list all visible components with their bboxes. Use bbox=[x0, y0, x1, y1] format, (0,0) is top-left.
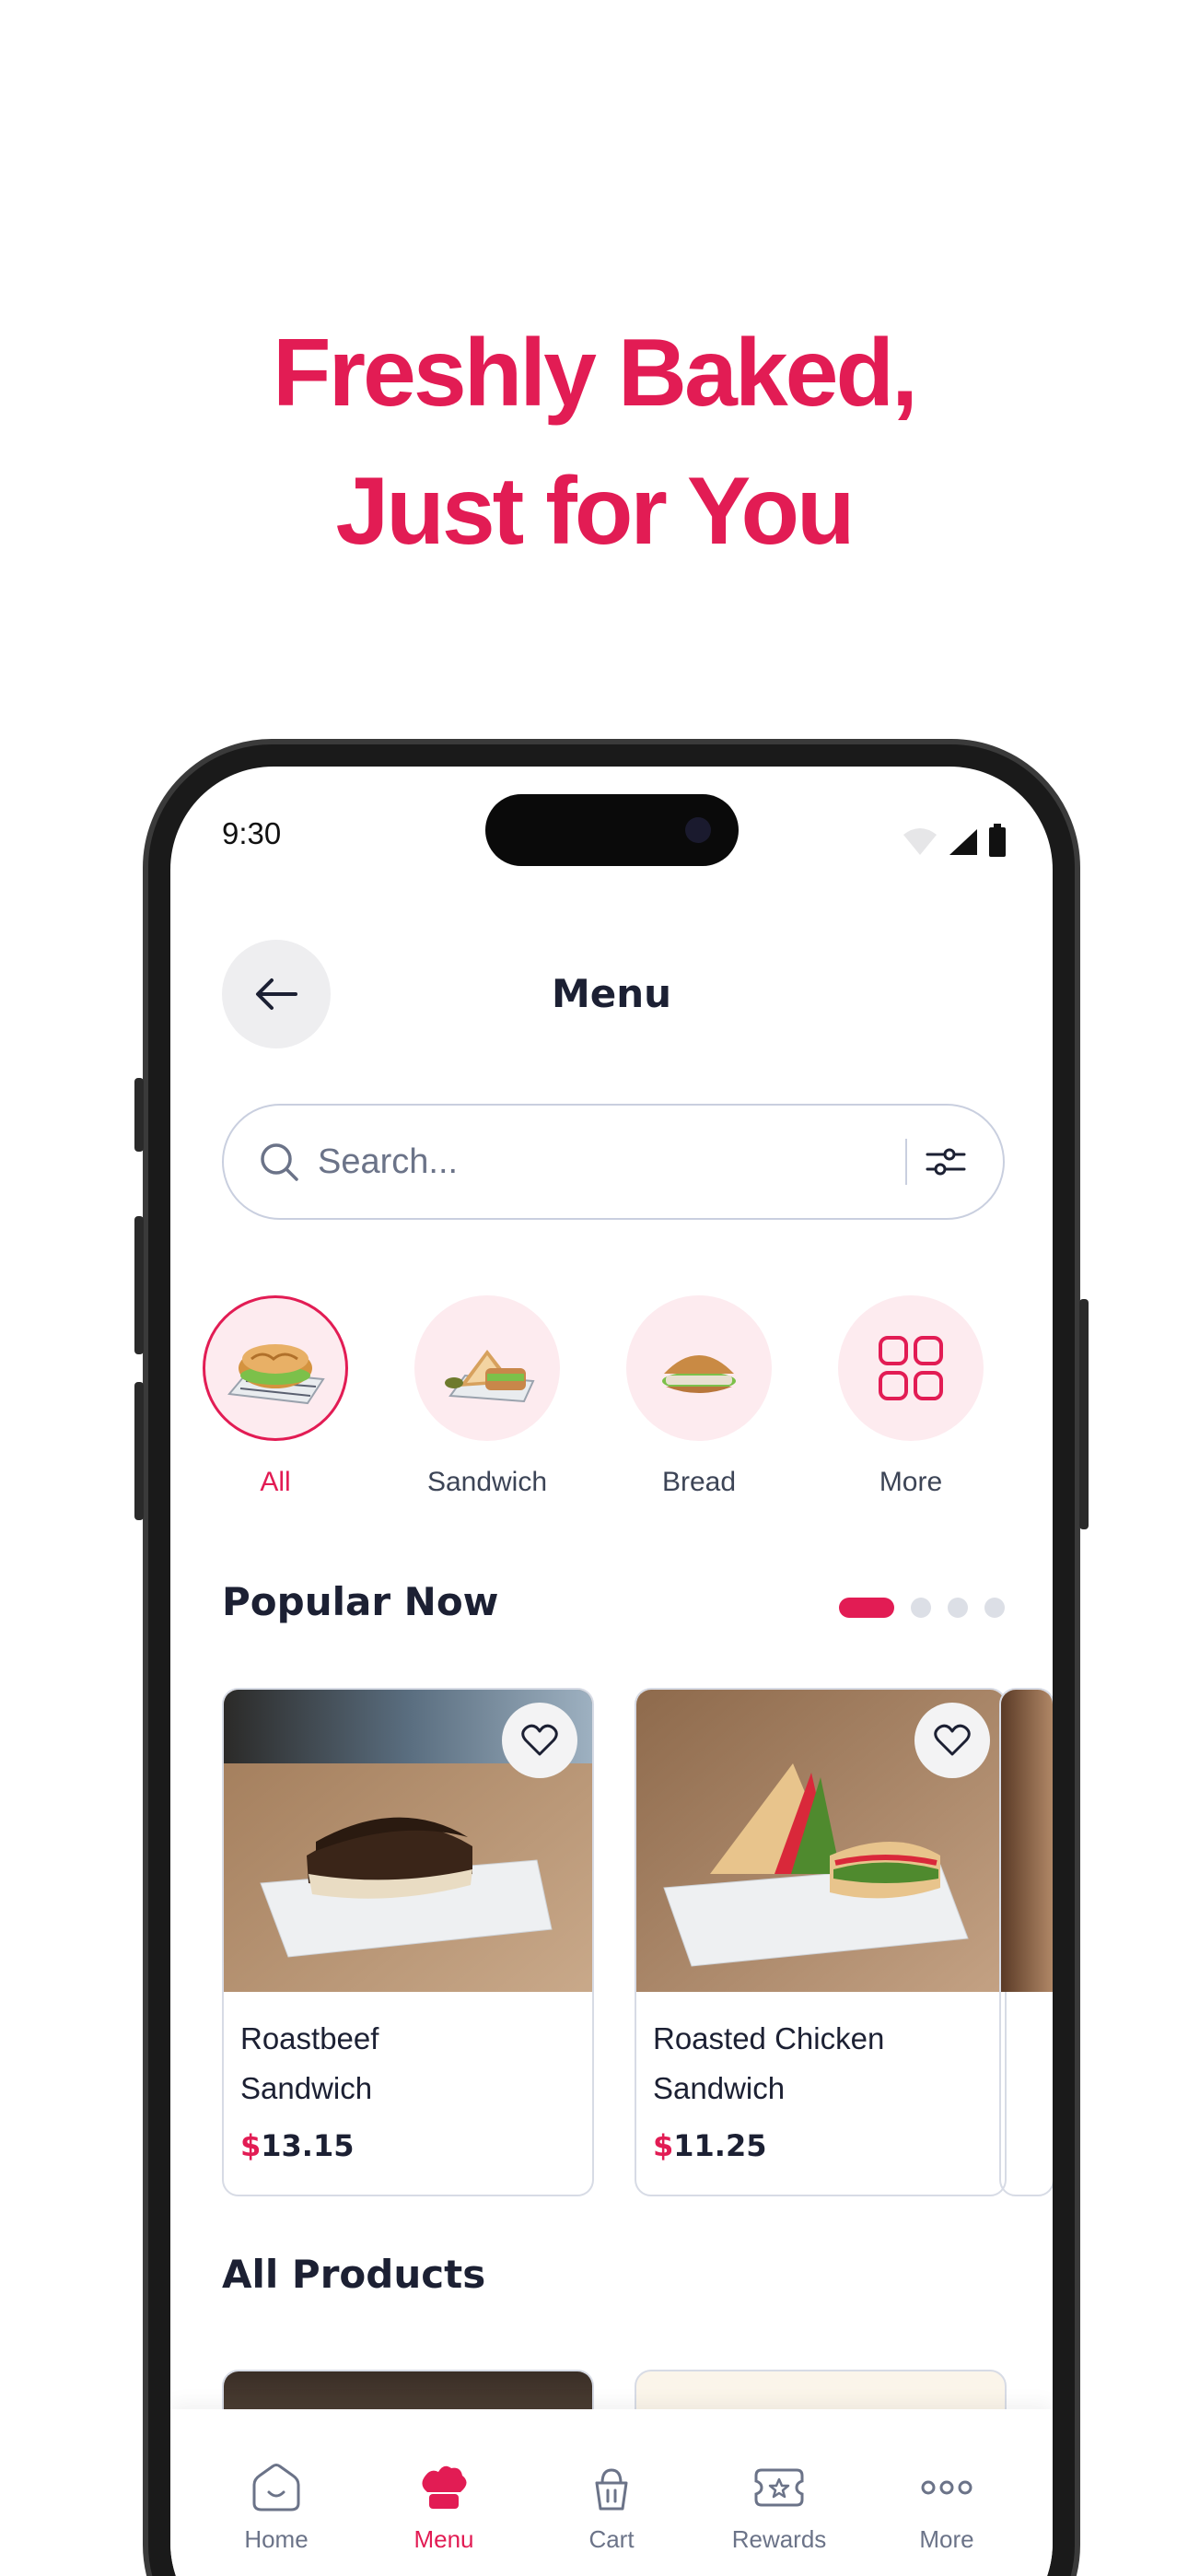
product-photo bbox=[636, 1690, 1005, 1992]
tab-home-label: Home bbox=[244, 2525, 309, 2553]
phone-screen: 9:30 Menu Search... All Sandwich Bread M… bbox=[170, 767, 1053, 2576]
heart-icon bbox=[934, 1724, 971, 1756]
ticket-icon bbox=[754, 2468, 804, 2507]
search-bar[interactable]: Search... bbox=[222, 1104, 1005, 1220]
product-name-line-2: Sandwich bbox=[653, 2071, 786, 2105]
sandwich-icon bbox=[445, 1350, 535, 1403]
status-time: 9:30 bbox=[222, 816, 282, 850]
currency-symbol: $ bbox=[240, 2128, 262, 2163]
product-name-line-1: Roastbeef bbox=[240, 2021, 379, 2055]
category-all[interactable]: All bbox=[202, 1295, 349, 1498]
product-name: Roastbeef Sandwich bbox=[240, 2014, 576, 2113]
category-sandwich-label: Sandwich bbox=[426, 1467, 548, 1497]
croissant-sandwich-icon bbox=[227, 1344, 325, 1405]
search-divider bbox=[905, 1139, 907, 1185]
carousel-dot[interactable] bbox=[911, 1598, 931, 1618]
tab-home[interactable]: Home bbox=[207, 2409, 345, 2576]
filter-icon[interactable] bbox=[926, 1143, 966, 1180]
bottom-tab-bar: Home Menu Cart Rewards More bbox=[170, 2409, 1053, 2576]
tab-menu-label: Menu bbox=[413, 2525, 474, 2553]
tab-cart[interactable]: Cart bbox=[542, 2409, 681, 2576]
carousel-dot-active[interactable] bbox=[839, 1598, 894, 1618]
price-value: 11.25 bbox=[673, 2128, 767, 2163]
category-all-image bbox=[203, 1295, 348, 1441]
carousel-dot[interactable] bbox=[984, 1598, 1005, 1618]
camera-icon bbox=[685, 817, 711, 843]
product-card-roastbeef[interactable]: Roastbeef Sandwich $13.15 bbox=[222, 1688, 594, 2196]
product-price: $11.25 bbox=[653, 2128, 988, 2163]
tab-rewards[interactable]: Rewards bbox=[710, 2409, 848, 2576]
product-photo bbox=[224, 1690, 592, 1992]
category-more-image bbox=[838, 1295, 984, 1441]
price-value: 13.15 bbox=[261, 2128, 355, 2163]
bread-roll-icon bbox=[662, 1355, 736, 1393]
category-bread-label: Bread bbox=[661, 1467, 737, 1497]
category-more[interactable]: More bbox=[837, 1295, 984, 1498]
category-bread-image bbox=[626, 1295, 772, 1441]
favorite-button[interactable] bbox=[502, 1703, 577, 1778]
product-photo bbox=[1001, 1690, 1053, 1992]
search-icon bbox=[261, 1143, 298, 1181]
page-title: Menu bbox=[551, 971, 672, 1016]
product-card-roasted-chicken[interactable]: Roasted Chicken Sandwich $11.25 bbox=[635, 1688, 1007, 2196]
search-input[interactable]: Search... bbox=[318, 1142, 905, 1182]
phone-power-button bbox=[1079, 1299, 1089, 1529]
category-more-label: More bbox=[879, 1467, 943, 1497]
battery-icon bbox=[989, 824, 1006, 857]
category-sandwich[interactable]: Sandwich bbox=[413, 1295, 561, 1498]
tab-cart-label: Cart bbox=[588, 2525, 635, 2553]
promo-line-1: Freshly Baked, bbox=[273, 320, 918, 427]
tab-more-label: More bbox=[919, 2525, 974, 2553]
product-card-partial[interactable] bbox=[999, 1688, 1053, 2196]
phone-action-button bbox=[134, 1078, 144, 1152]
phone-volume-up bbox=[134, 1216, 144, 1354]
popular-now-title: Popular Now bbox=[222, 1579, 499, 1624]
tab-menu[interactable]: Menu bbox=[375, 2409, 513, 2576]
status-icons bbox=[902, 824, 1007, 857]
chef-hat-icon bbox=[422, 2465, 467, 2509]
grid-icon bbox=[879, 1336, 943, 1400]
signal-icon bbox=[949, 829, 977, 855]
currency-symbol: $ bbox=[653, 2128, 674, 2163]
tab-rewards-label: Rewards bbox=[731, 2525, 827, 2553]
home-icon bbox=[252, 2464, 300, 2512]
product-name-line-2: Sandwich bbox=[240, 2071, 373, 2105]
category-all-label: All bbox=[260, 1467, 291, 1497]
phone-volume-down bbox=[134, 1382, 144, 1520]
promo-line-2: Just for You bbox=[335, 458, 855, 565]
carousel-dots bbox=[839, 1598, 1005, 1618]
wifi-icon bbox=[903, 828, 937, 855]
more-dots-icon bbox=[921, 2480, 973, 2495]
category-sandwich-image bbox=[414, 1295, 560, 1441]
all-products-title: All Products bbox=[222, 2252, 486, 2297]
product-name: Roasted Chicken Sandwich bbox=[653, 2014, 988, 2113]
carousel-dot[interactable] bbox=[948, 1598, 968, 1618]
cart-icon bbox=[595, 2468, 628, 2511]
product-name-line-1: Roasted Chicken bbox=[653, 2021, 885, 2055]
tab-more[interactable]: More bbox=[878, 2409, 1016, 2576]
category-bread[interactable]: Bread bbox=[625, 1295, 773, 1498]
heart-icon bbox=[521, 1724, 558, 1756]
promo-headline: Freshly Baked, Just for You bbox=[0, 304, 1188, 580]
favorite-button[interactable] bbox=[914, 1703, 990, 1778]
dynamic-island bbox=[485, 794, 739, 866]
product-price: $13.15 bbox=[240, 2128, 576, 2163]
